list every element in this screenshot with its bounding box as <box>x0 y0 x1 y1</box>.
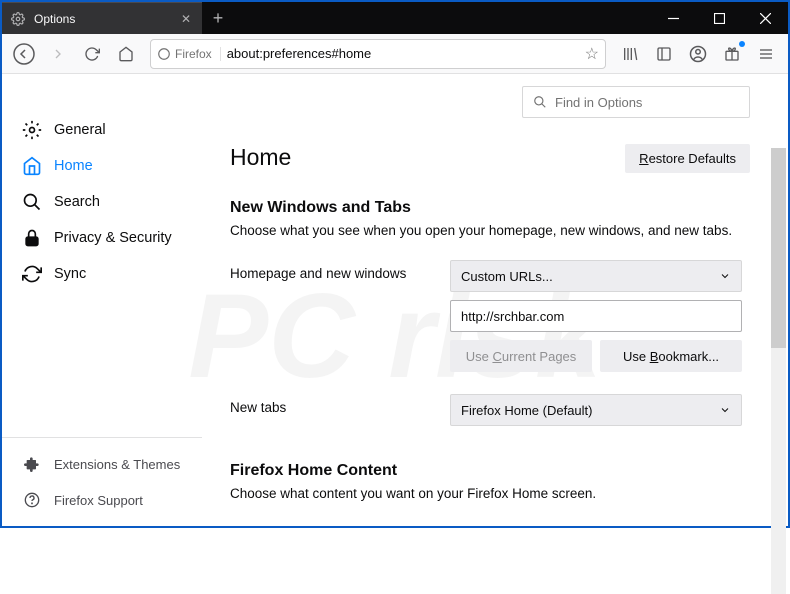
minimize-button[interactable] <box>650 2 696 34</box>
bookmark-star-icon[interactable]: ☆ <box>585 44 599 64</box>
browser-tab-options[interactable]: Options ✕ <box>2 2 202 34</box>
find-placeholder: Find in Options <box>555 95 642 110</box>
reload-button[interactable] <box>76 38 108 70</box>
home-button[interactable] <box>110 38 142 70</box>
url-bar[interactable]: Firefox ☆ <box>150 39 606 69</box>
prefs-main: Find in Options Home Restore Defaults Ne… <box>202 74 788 526</box>
restore-defaults-button[interactable]: Restore Defaults <box>625 144 750 173</box>
chevron-down-icon <box>719 404 731 416</box>
sidebar-item-label: Privacy & Security <box>54 230 172 246</box>
puzzle-icon <box>22 454 42 474</box>
section-heading-new-windows: New Windows and Tabs <box>230 199 760 217</box>
forward-button[interactable] <box>42 38 74 70</box>
prefs-sidebar: General Home Search Privacy & Security S… <box>2 74 202 526</box>
nav-toolbar: Firefox ☆ <box>2 34 788 74</box>
lock-icon <box>22 228 42 248</box>
label-newtabs: New tabs <box>230 394 450 415</box>
sidebar-item-label: Firefox Support <box>54 493 143 508</box>
sidebar-item-label: Sync <box>54 266 86 282</box>
library-button[interactable] <box>614 38 646 70</box>
sidebar-item-search[interactable]: Search <box>2 184 202 220</box>
gear-icon <box>22 120 42 140</box>
section-heading-home-content: Firefox Home Content <box>230 462 760 480</box>
homepage-url-input[interactable] <box>450 300 742 332</box>
search-icon <box>22 192 42 212</box>
close-window-button[interactable] <box>742 2 788 34</box>
sidebar-item-label: General <box>54 122 106 138</box>
sidebar-item-extensions[interactable]: Extensions & Themes <box>2 446 202 482</box>
section-desc-new-windows: Choose what you see when you open your h… <box>230 223 760 238</box>
sidebar-button[interactable] <box>648 38 680 70</box>
account-button[interactable] <box>682 38 714 70</box>
app-menu-button[interactable] <box>750 38 782 70</box>
identity-label: Firefox <box>175 47 212 61</box>
use-bookmark-button[interactable]: Use Bookmark... <box>600 340 742 372</box>
window-titlebar: Options ✕ + <box>2 2 788 34</box>
help-icon <box>22 490 42 510</box>
section-desc-home-content: Choose what content you want on your Fir… <box>230 486 760 501</box>
url-input[interactable] <box>227 46 579 61</box>
vertical-scrollbar[interactable] <box>771 148 786 594</box>
close-tab-button[interactable]: ✕ <box>178 12 194 26</box>
dropdown-value: Firefox Home (Default) <box>461 403 592 418</box>
gear-icon <box>10 11 26 27</box>
sidebar-item-support[interactable]: Firefox Support <box>2 482 202 518</box>
homepage-dropdown[interactable]: Custom URLs... <box>450 260 742 292</box>
home-icon <box>22 156 42 176</box>
find-in-options[interactable]: Find in Options <box>522 86 750 118</box>
sidebar-item-home[interactable]: Home <box>2 148 202 184</box>
whatsnew-button[interactable] <box>716 38 748 70</box>
back-button[interactable] <box>8 38 40 70</box>
sidebar-item-label: Search <box>54 194 100 210</box>
site-identity[interactable]: Firefox <box>157 47 221 61</box>
scrollbar-thumb[interactable] <box>771 148 786 348</box>
new-tab-button[interactable]: + <box>202 2 234 34</box>
use-current-pages-button[interactable]: Use Current Pages <box>450 340 592 372</box>
label-homepage: Homepage and new windows <box>230 260 450 281</box>
search-icon <box>533 95 547 109</box>
firefox-icon <box>157 47 171 61</box>
sidebar-item-label: Home <box>54 158 93 174</box>
dropdown-value: Custom URLs... <box>461 269 553 284</box>
sidebar-item-label: Extensions & Themes <box>54 457 180 472</box>
sidebar-item-general[interactable]: General <box>2 112 202 148</box>
sidebar-item-sync[interactable]: Sync <box>2 256 202 292</box>
chevron-down-icon <box>719 270 731 282</box>
tab-title: Options <box>34 12 75 26</box>
maximize-button[interactable] <box>696 2 742 34</box>
sidebar-item-privacy[interactable]: Privacy & Security <box>2 220 202 256</box>
newtabs-dropdown[interactable]: Firefox Home (Default) <box>450 394 742 426</box>
sync-icon <box>22 264 42 284</box>
